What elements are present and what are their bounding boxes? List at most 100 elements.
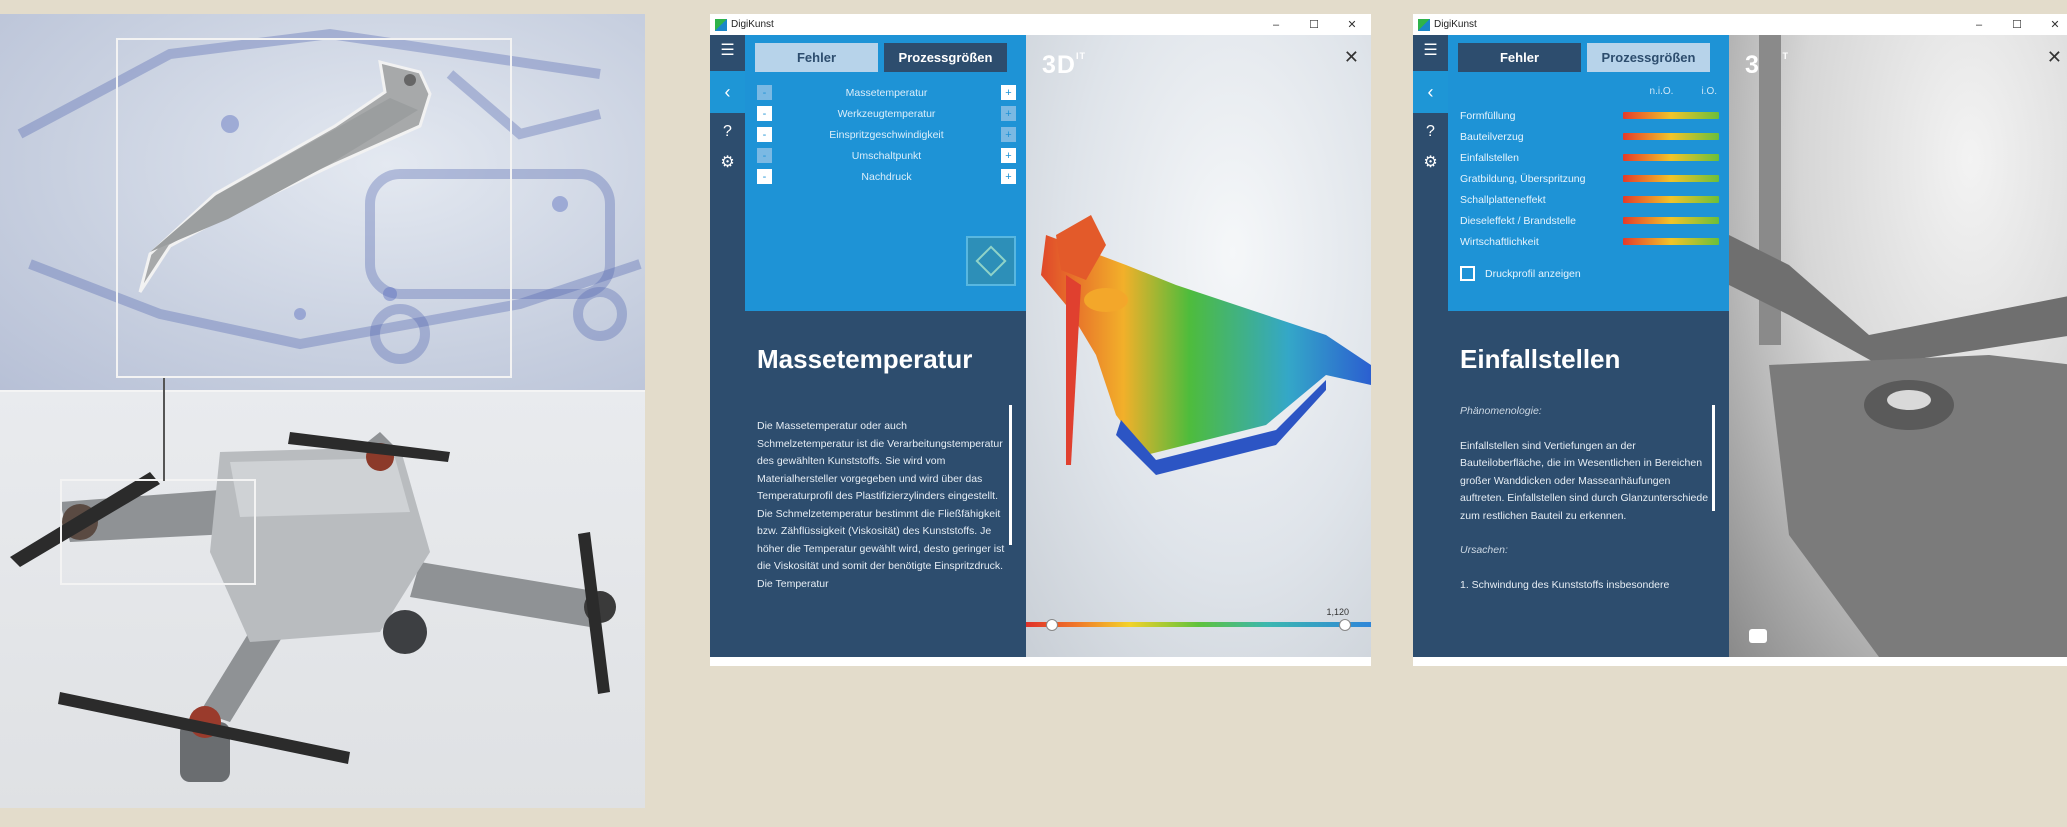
defect-label: Schallplatteneffekt [1460,193,1546,206]
info-description: Phänomenologie: Einfallstellen sind Vert… [1448,375,1729,594]
tab-fehler[interactable]: Fehler [1458,43,1581,72]
scale-max-value: 1,120 [1326,607,1349,617]
increase-button[interactable]: + [1001,106,1016,121]
param-row-massetemperatur: - Massetemperatur + [745,82,1026,103]
sink-mark-model [1729,35,2067,657]
titlebar: DigiKunst – ☐ ✕ [710,14,1371,35]
info-heading: Massetemperatur [757,344,973,374]
close-window-button[interactable]: ✕ [1333,18,1371,31]
minimize-button[interactable]: – [1257,19,1295,31]
defect-row[interactable]: Gratbildung, Überspritzung [1448,168,1729,189]
defect-label: Dieseleffekt / Brandstelle [1460,214,1576,227]
param-label: Umschaltpunkt [851,149,922,162]
param-label: Einspritzgeschwindigkeit [829,128,944,141]
defect-row[interactable]: Wirtschaftlichkeit [1448,231,1729,252]
drone-graphic [10,432,616,782]
section-text: 1. Schwindung des Kunststoffs insbesonde… [1460,578,1670,591]
maximize-button[interactable]: ☐ [1998,18,2036,31]
back-chevron-icon[interactable]: ‹ [710,71,745,113]
param-label: Nachdruck [861,170,912,183]
hamburger-icon[interactable]: ☰ [710,35,745,65]
section-title: Phänomenologie: [1460,405,1542,417]
hamburger-icon[interactable]: ☰ [1413,35,1448,65]
section-title: Ursachen: [1460,544,1508,556]
pressure-profile-checkbox[interactable] [1460,266,1475,281]
quality-bar [1623,133,1719,140]
decrease-button[interactable]: - [757,148,772,163]
description-text: Die Massetemperatur oder auch Schmelzete… [757,420,1005,590]
defect-row[interactable]: Dieseleffekt / Brandstelle [1448,210,1729,231]
quality-bar [1623,112,1719,119]
scale-min-handle[interactable] [1046,619,1058,631]
window-title: DigiKunst [731,19,774,30]
param-label: Werkzeugtemperatur [837,107,936,120]
defect-row[interactable]: Formfüllung [1448,105,1729,126]
defect-label: Formfüllung [1460,109,1516,122]
decrease-button[interactable]: - [757,106,772,121]
maximize-button[interactable]: ☐ [1295,18,1333,31]
app-window-process: DigiKunst – ☐ ✕ ☰ ‹ ? ⚙ Fehler Prozessgr… [710,14,1371,666]
quality-bar [1623,196,1719,203]
increase-button[interactable]: + [1001,169,1016,184]
help-icon[interactable]: ? [1413,117,1448,147]
info-heading: Einfallstellen [1460,344,1621,374]
3d-viewport[interactable]: 3DIT ✕ [1729,35,2067,657]
back-chevron-icon[interactable]: ‹ [1413,71,1448,113]
color-scale-bar [1026,622,1371,627]
view-mode-button[interactable] [966,236,1016,286]
increase-button[interactable]: + [1001,127,1016,142]
defect-label: Einfallstellen [1460,151,1519,164]
3d-viewport[interactable]: 3DIT ✕ [1026,35,1371,657]
scale-max-handle[interactable] [1339,619,1351,631]
defect-label: Bauteilverzug [1460,130,1524,143]
param-row-umschaltpunkt: - Umschaltpunkt + [745,145,1026,166]
defect-row[interactable]: Einfallstellen [1448,147,1729,168]
info-panel: Massetemperatur Die Massetemperatur oder… [745,311,1026,657]
close-window-button[interactable]: ✕ [2036,18,2067,31]
quality-bar [1623,238,1719,245]
increase-button[interactable]: + [1001,85,1016,100]
icon-rail: ☰ ‹ ? ⚙ [710,35,745,657]
scrollbar-thumb[interactable] [1712,405,1715,511]
checkbox-label: Druckprofil anzeigen [1485,267,1581,280]
defect-label: Gratbildung, Überspritzung [1460,172,1586,185]
scrollbar-thumb[interactable] [1009,405,1012,545]
defect-row[interactable]: Bauteilverzug [1448,126,1729,147]
gear-icon[interactable]: ⚙ [1413,147,1448,177]
decrease-button[interactable]: - [757,85,772,100]
diamond-icon [975,245,1007,277]
param-row-nachdruck: - Nachdruck + [745,166,1026,187]
decrease-button[interactable]: - [757,127,772,142]
column-headers: n.i.O. i.O. [1448,72,1729,105]
app-logo-icon [715,18,727,31]
decrease-button[interactable]: - [757,169,772,184]
app-logo-icon [1418,18,1430,31]
tab-prozessgroessen[interactable]: Prozessgrößen [1587,43,1710,72]
zoom-frame-top [116,38,512,378]
defect-label: Wirtschaftlichkeit [1460,235,1539,248]
camera-icon[interactable] [1749,629,1767,643]
increase-button[interactable]: + [1001,148,1016,163]
tab-prozessgroessen[interactable]: Prozessgrößen [884,43,1007,72]
info-panel: Einfallstellen Phänomenologie: Einfallst… [1448,311,1729,657]
param-row-werkzeugtemperatur: - Werkzeugtemperatur + [745,103,1026,124]
tab-fehler[interactable]: Fehler [755,43,878,72]
defect-row[interactable]: Schallplatteneffekt [1448,189,1729,210]
icon-rail: ☰ ‹ ? ⚙ [1413,35,1448,657]
pressure-profile-checkbox-row[interactable]: Druckprofil anzeigen [1448,252,1729,281]
titlebar: DigiKunst – ☐ ✕ [1413,14,2067,35]
gear-icon[interactable]: ⚙ [710,147,745,177]
param-label: Massetemperatur [845,86,928,99]
quality-bar [1623,175,1719,182]
info-description: Die Massetemperatur oder auch Schmelzete… [745,375,1026,593]
minimize-button[interactable]: – [1960,19,1998,31]
window-title: DigiKunst [1434,19,1477,30]
help-icon[interactable]: ? [710,117,745,147]
defects-panel: Fehler Prozessgrößen n.i.O. i.O. Formfül… [1448,35,1729,311]
app-window-defects: DigiKunst – ☐ ✕ ☰ ‹ ? ⚙ Fehler Prozessgr… [1413,14,2067,666]
simulation-model [1041,215,1371,475]
quality-bar [1623,217,1719,224]
zoom-connector-line [163,378,165,481]
drone-render-view [0,392,645,808]
param-row-einspritzgeschwindigkeit: - Einspritzgeschwindigkeit + [745,124,1026,145]
